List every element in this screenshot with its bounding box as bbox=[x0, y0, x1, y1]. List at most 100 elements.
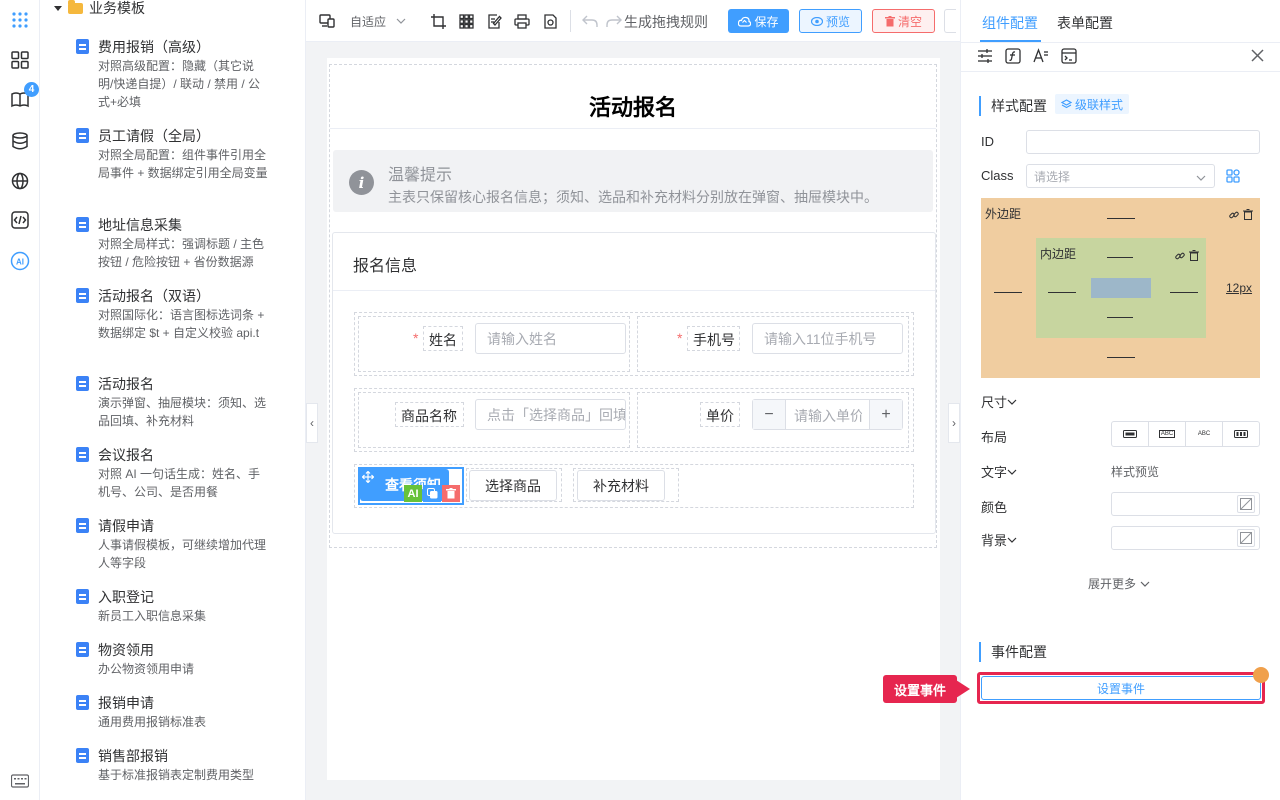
layout-label: 布局 bbox=[981, 430, 1008, 445]
material-button[interactable]: 补充材料 bbox=[577, 470, 665, 501]
collapse-right-button[interactable]: › bbox=[948, 403, 960, 443]
margin-right-value[interactable]: 12px bbox=[1226, 281, 1252, 295]
template-desc: 办公物资领用申请 bbox=[98, 662, 195, 676]
product-input[interactable]: 点击「选择商品」回填 bbox=[475, 399, 626, 430]
document-icon bbox=[76, 642, 89, 657]
layout-block-option[interactable] bbox=[1112, 422, 1149, 446]
database-icon[interactable] bbox=[9, 130, 31, 152]
background-collapse[interactable]: 背景 bbox=[981, 530, 1017, 549]
cascade-style-tag[interactable]: 级联样式 bbox=[1055, 94, 1130, 114]
color-picker-icon[interactable] bbox=[1237, 495, 1255, 513]
layout-inline-block-label: ABC bbox=[1197, 431, 1211, 437]
template-desc: 对照国际化：语言图标选词条 + 数据绑定 $t + 自定义校验 api.t bbox=[98, 308, 265, 340]
function-icon[interactable] bbox=[1005, 48, 1021, 67]
drag-rule-button[interactable]: 生成拖拽规则 bbox=[624, 12, 708, 32]
trash-icon bbox=[884, 15, 895, 26]
id-input[interactable] bbox=[1026, 130, 1260, 154]
product-label: 商品名称 bbox=[401, 408, 457, 424]
name-input[interactable]: 请输入姓名 bbox=[475, 323, 626, 354]
margin-bottom-value[interactable] bbox=[1107, 357, 1135, 358]
clear-button[interactable]: 清空 bbox=[872, 9, 935, 33]
required-mark: * bbox=[677, 330, 683, 346]
eye-icon bbox=[810, 16, 823, 26]
margin-top-value[interactable] bbox=[1107, 218, 1135, 219]
document-icon bbox=[76, 288, 89, 303]
layout-inline-option[interactable]: ABC bbox=[1149, 422, 1186, 446]
document-icon bbox=[76, 128, 89, 143]
edit-doc-icon[interactable] bbox=[486, 13, 502, 29]
margin-left-value[interactable] bbox=[994, 292, 1022, 293]
close-icon[interactable] bbox=[1251, 49, 1264, 65]
apps-grid-icon[interactable] bbox=[9, 9, 31, 31]
trash-icon[interactable] bbox=[1189, 249, 1199, 264]
template-title: 报销申请 bbox=[98, 695, 154, 711]
layout-flex-option[interactable] bbox=[1223, 422, 1259, 446]
print-icon[interactable] bbox=[514, 13, 530, 29]
globe-icon[interactable] bbox=[9, 170, 31, 192]
terminal-icon[interactable] bbox=[1061, 48, 1077, 67]
padding-right-value[interactable] bbox=[1170, 292, 1198, 293]
more-button[interactable] bbox=[944, 9, 956, 33]
template-title: 入职登记 bbox=[98, 589, 154, 605]
crop-icon[interactable] bbox=[430, 13, 446, 29]
event-config-title: 事件配置 bbox=[979, 642, 1047, 662]
undo-icon[interactable] bbox=[582, 13, 598, 29]
phone-label: 手机号 bbox=[693, 332, 735, 348]
chevron-down-icon bbox=[1196, 171, 1206, 186]
class-select[interactable]: 请选择 bbox=[1026, 164, 1215, 188]
code-icon[interactable] bbox=[9, 209, 31, 231]
icon-bar-divider bbox=[961, 71, 1280, 72]
expand-more-button[interactable]: 展开更多 bbox=[1088, 575, 1150, 592]
ai-icon[interactable]: AI bbox=[9, 250, 31, 272]
content-box bbox=[1091, 278, 1151, 298]
grid-icon[interactable] bbox=[458, 13, 474, 29]
text-style-icon[interactable] bbox=[1033, 48, 1049, 67]
collapse-left-button[interactable]: ‹ bbox=[306, 403, 318, 443]
plus-button[interactable]: + bbox=[869, 400, 902, 429]
folder-icon bbox=[68, 0, 83, 14]
template-title: 请假申请 bbox=[98, 518, 154, 534]
template-desc: 对照高级配置：隐藏（其它说明/快递自提）/ 联动 / 禁用 / 公式+必填 bbox=[98, 59, 261, 109]
phone-input[interactable]: 请输入11位手机号 bbox=[752, 323, 903, 354]
padding-bottom-value[interactable] bbox=[1107, 317, 1133, 318]
script-icon[interactable] bbox=[542, 13, 558, 29]
id-label: ID bbox=[981, 134, 994, 149]
sliders-icon[interactable] bbox=[977, 48, 993, 67]
keyboard-icon[interactable] bbox=[9, 770, 31, 792]
document-icon bbox=[76, 748, 89, 763]
color-label: 颜色 bbox=[981, 500, 1008, 515]
padding-left-value[interactable] bbox=[1048, 292, 1076, 293]
tab-component-config[interactable]: 组件配置 bbox=[982, 13, 1038, 33]
copy-icon[interactable] bbox=[423, 485, 441, 502]
link-icon[interactable] bbox=[1229, 208, 1239, 223]
tab-form-config[interactable]: 表单配置 bbox=[1057, 13, 1113, 33]
device-icon[interactable] bbox=[319, 13, 335, 29]
padding-top-value[interactable] bbox=[1107, 257, 1133, 258]
form-title: 活动报名 bbox=[588, 95, 677, 120]
text-collapse[interactable]: 文字 bbox=[981, 462, 1017, 481]
select-product-button[interactable]: 选择商品 bbox=[469, 470, 557, 501]
redo-icon[interactable] bbox=[606, 13, 622, 29]
color-picker-icon[interactable] bbox=[1237, 529, 1255, 547]
tip-text: 主表只保留核心报名信息；须知、选品和补充材料分别放在弹窗、抽屉模块中。 bbox=[388, 189, 878, 205]
ai-action-button[interactable]: AI bbox=[404, 485, 422, 502]
template-folder[interactable]: 业务模板 bbox=[54, 0, 145, 16]
layout-inline-block-option[interactable]: ABC bbox=[1186, 422, 1223, 446]
trash-icon[interactable] bbox=[1243, 208, 1253, 223]
save-label: 保存 bbox=[754, 14, 779, 29]
delete-icon[interactable] bbox=[442, 485, 460, 502]
minus-button[interactable]: − bbox=[753, 400, 786, 429]
save-button[interactable]: 保存 bbox=[728, 9, 789, 33]
adaptive-select[interactable]: 自适应 bbox=[350, 13, 386, 30]
set-event-button[interactable]: 设置事件 bbox=[981, 676, 1261, 700]
style-config-title: 样式配置 bbox=[979, 96, 1047, 116]
class-manage-icon[interactable] bbox=[1226, 169, 1240, 186]
size-collapse[interactable]: 尺寸 bbox=[981, 392, 1017, 411]
components-icon[interactable] bbox=[9, 49, 31, 71]
preview-button[interactable]: 预览 bbox=[799, 9, 862, 33]
link-icon[interactable] bbox=[1175, 249, 1185, 264]
price-input[interactable]: 请输入单价 bbox=[794, 406, 862, 426]
drag-move-icon[interactable] bbox=[359, 468, 377, 486]
document-icon bbox=[76, 695, 89, 710]
template-title: 地址信息采集 bbox=[98, 217, 182, 233]
